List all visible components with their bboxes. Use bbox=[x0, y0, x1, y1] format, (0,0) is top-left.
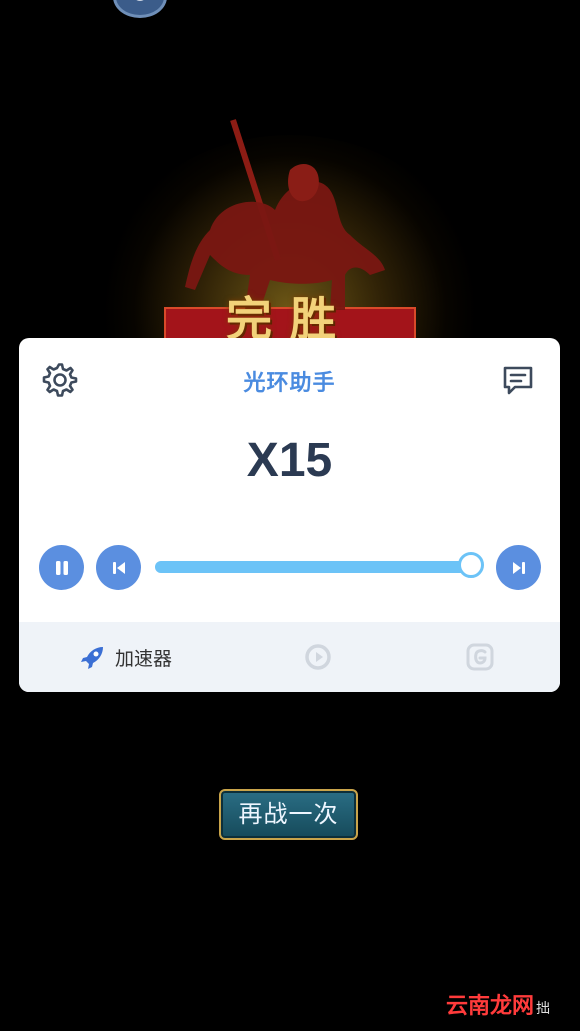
app-title: 光环助手 bbox=[243, 371, 336, 396]
slider-handle[interactable] bbox=[458, 552, 484, 578]
message-icon[interactable] bbox=[500, 362, 536, 398]
rocket-icon bbox=[81, 647, 103, 669]
pause-button[interactable] bbox=[39, 545, 84, 590]
booster-label: 加速器 bbox=[115, 647, 173, 670]
g-icon[interactable] bbox=[465, 642, 495, 672]
booster-tab[interactable]: 加速器 bbox=[79, 643, 172, 671]
site-watermark: 云南龙网拙 bbox=[446, 988, 550, 1020]
skip-forward-icon bbox=[512, 561, 525, 574]
faster-button[interactable] bbox=[496, 545, 541, 590]
slower-button[interactable] bbox=[96, 545, 141, 590]
slider-fill bbox=[155, 561, 471, 573]
speed-slider[interactable] bbox=[155, 552, 484, 578]
watermark-text: 云南龙网 bbox=[446, 994, 535, 1019]
avatar[interactable] bbox=[113, 0, 167, 18]
victory-emblem: 完胜 bbox=[100, 115, 480, 455]
watermark-suffix: 拙 bbox=[536, 1001, 551, 1017]
speed-mode-icon[interactable] bbox=[303, 642, 333, 672]
pause-icon bbox=[55, 560, 68, 575]
tool-tabs: 加速器 bbox=[19, 622, 560, 692]
speed-assistant-panel: 光环助手 X15 加速器 bbox=[19, 338, 560, 692]
skip-back-icon bbox=[112, 561, 125, 574]
speed-multiplier: X15 bbox=[246, 434, 333, 487]
retry-button[interactable]: 再战一次 bbox=[219, 789, 358, 840]
